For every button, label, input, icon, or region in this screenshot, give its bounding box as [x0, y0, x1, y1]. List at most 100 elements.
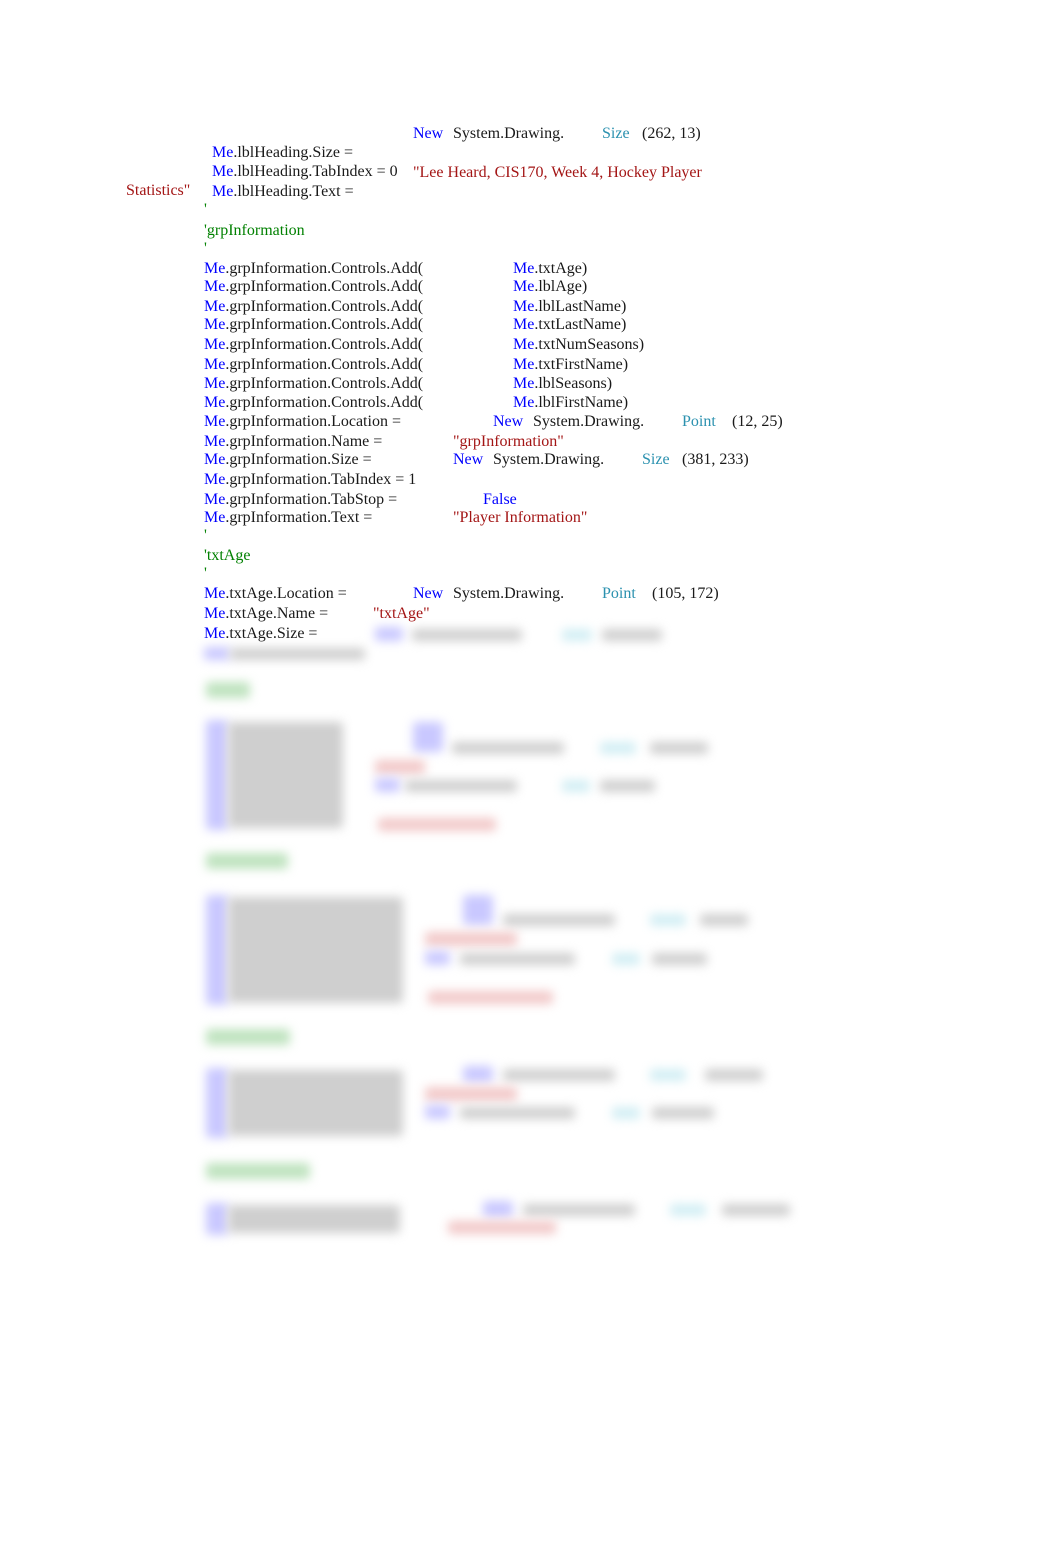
code-line: Me.grpInformation.Controls.Add(: [204, 335, 423, 354]
blurred-string: [375, 760, 425, 774]
member-expr: .grpInformation.Controls.Add(: [225, 394, 424, 411]
blurred-text: [600, 780, 655, 792]
member-expr: .txtAge.Name =: [225, 605, 329, 622]
member-expr: .grpInformation.TabIndex = 1: [225, 471, 417, 488]
comment: ': [204, 527, 207, 544]
string-literal: "Player Information": [453, 509, 588, 526]
argument: Me.lblSeasons): [513, 374, 612, 393]
blurred-text: [503, 914, 615, 926]
blurred-text: [602, 629, 662, 641]
blurred-text: [452, 742, 564, 754]
member-expr: .grpInformation.Text =: [225, 509, 373, 526]
code-line: Me.grpInformation.TabIndex = 1: [204, 470, 416, 489]
blurred-string: [378, 818, 496, 831]
member-expr: .grpInformation.Name =: [225, 433, 383, 450]
keyword-me: Me: [204, 394, 226, 411]
blurred-text: [460, 1107, 575, 1119]
code-line: Me.grpInformation.Controls.Add(: [204, 259, 423, 278]
keyword-me: Me: [513, 298, 535, 315]
blurred-string: [425, 932, 517, 946]
keyword-me: Me: [513, 394, 535, 411]
blurred-text: [405, 780, 517, 792]
argument-expr: .lblAge): [534, 278, 588, 295]
keyword-me: Me: [204, 585, 226, 602]
blurred-type: [600, 742, 636, 754]
code-line: Me.grpInformation.Name =: [204, 432, 382, 451]
code-line: Me.grpInformation.Controls.Add(: [204, 297, 423, 316]
member-expr: .grpInformation.Controls.Add(: [225, 260, 424, 277]
argument: Me.txtFirstName): [513, 355, 628, 374]
namespace: System.Drawing.: [533, 413, 645, 430]
member-expr: .grpInformation.Controls.Add(: [225, 375, 424, 392]
argument-expr: .txtAge): [534, 260, 588, 277]
member-expr: .grpInformation.Controls.Add(: [225, 316, 424, 333]
type-name: Size: [602, 125, 630, 142]
blurred-text: [652, 1107, 714, 1119]
keyword-me: Me: [513, 375, 535, 392]
blurred-type: [612, 1107, 640, 1119]
keyword-me: Me: [204, 605, 226, 622]
member-expr: .txtAge.Size =: [225, 625, 318, 642]
blurred-comment: [206, 853, 288, 869]
argument: Me.txtAge): [513, 259, 587, 278]
argument-expr: .lblSeasons): [534, 375, 613, 392]
blurred-text: [652, 953, 707, 965]
member-expr: .grpInformation.Controls.Add(: [225, 278, 424, 295]
keyword-me: Me: [204, 509, 226, 526]
argument: Me.lblLastName): [513, 297, 626, 316]
keyword-me: Me: [204, 298, 226, 315]
blurred-keyword: [463, 895, 493, 925]
member-expr: .grpInformation.Controls.Add(: [225, 298, 424, 315]
blurred-keyword: [206, 720, 228, 830]
keyword-me: Me: [204, 260, 226, 277]
keyword-me: Me: [513, 336, 535, 353]
code-line: Me.grpInformation.Size =: [204, 450, 372, 469]
arguments: (105, 172): [652, 585, 719, 602]
comment: ': [204, 201, 207, 218]
blurred-text: [228, 897, 403, 1003]
member-expr: .grpInformation.Size =: [225, 451, 372, 468]
blurred-keyword: [206, 1203, 228, 1235]
blurred-keyword: [375, 778, 400, 792]
blurred-keyword: [206, 895, 228, 1005]
code-line: Me.grpInformation.Location =: [204, 412, 401, 431]
string-literal: "txtAge": [373, 605, 430, 622]
blurred-type: [562, 780, 590, 792]
blurred-keyword: [463, 1066, 493, 1082]
blurred-text: [460, 953, 575, 965]
namespace: System.Drawing.: [493, 451, 605, 468]
code-line: Me.txtAge.Location =: [204, 584, 347, 603]
argument: Me.lblAge): [513, 277, 587, 296]
member-expr: .grpInformation.Location =: [225, 413, 401, 430]
code-line: Me.grpInformation.Controls.Add(: [204, 277, 423, 296]
argument: Me.txtLastName): [513, 315, 626, 334]
keyword-me: Me: [513, 356, 535, 373]
blurred-string: [425, 1087, 517, 1101]
code-line: Me.grpInformation.Controls.Add(: [204, 374, 423, 393]
arguments: (262, 13): [642, 125, 701, 142]
comment-section-txtAge: 'txtAge: [204, 547, 251, 564]
arguments: (381, 233): [682, 451, 749, 468]
keyword-new: New: [413, 585, 444, 602]
blurred-comment: [206, 1029, 290, 1045]
blurred-text: [228, 1205, 400, 1233]
blurred-text: [228, 1070, 403, 1136]
code-line: Me.grpInformation.Controls.Add(: [204, 315, 423, 334]
blurred-text: [700, 914, 748, 926]
member-expr: .txtAge.Location =: [225, 585, 347, 602]
string-literal: "Lee Heard, CIS170, Week 4, Hockey Playe…: [413, 164, 702, 181]
blurred-text: [412, 629, 522, 641]
keyword-me: Me: [513, 316, 535, 333]
argument-expr: .lblFirstName): [534, 394, 629, 411]
blurred-keyword: [425, 951, 450, 965]
keyword-me: Me: [204, 278, 226, 295]
keyword-new: New: [413, 125, 444, 142]
blurred-text: [705, 1069, 763, 1081]
keyword-me: Me: [204, 375, 226, 392]
string-literal-continuation: Statistics": [126, 182, 191, 199]
blurred-text: [523, 1204, 635, 1216]
comment: ': [204, 565, 207, 582]
blurred-type: [650, 1069, 686, 1081]
string-literal: "grpInformation": [453, 433, 564, 450]
keyword-me: Me: [204, 336, 226, 353]
